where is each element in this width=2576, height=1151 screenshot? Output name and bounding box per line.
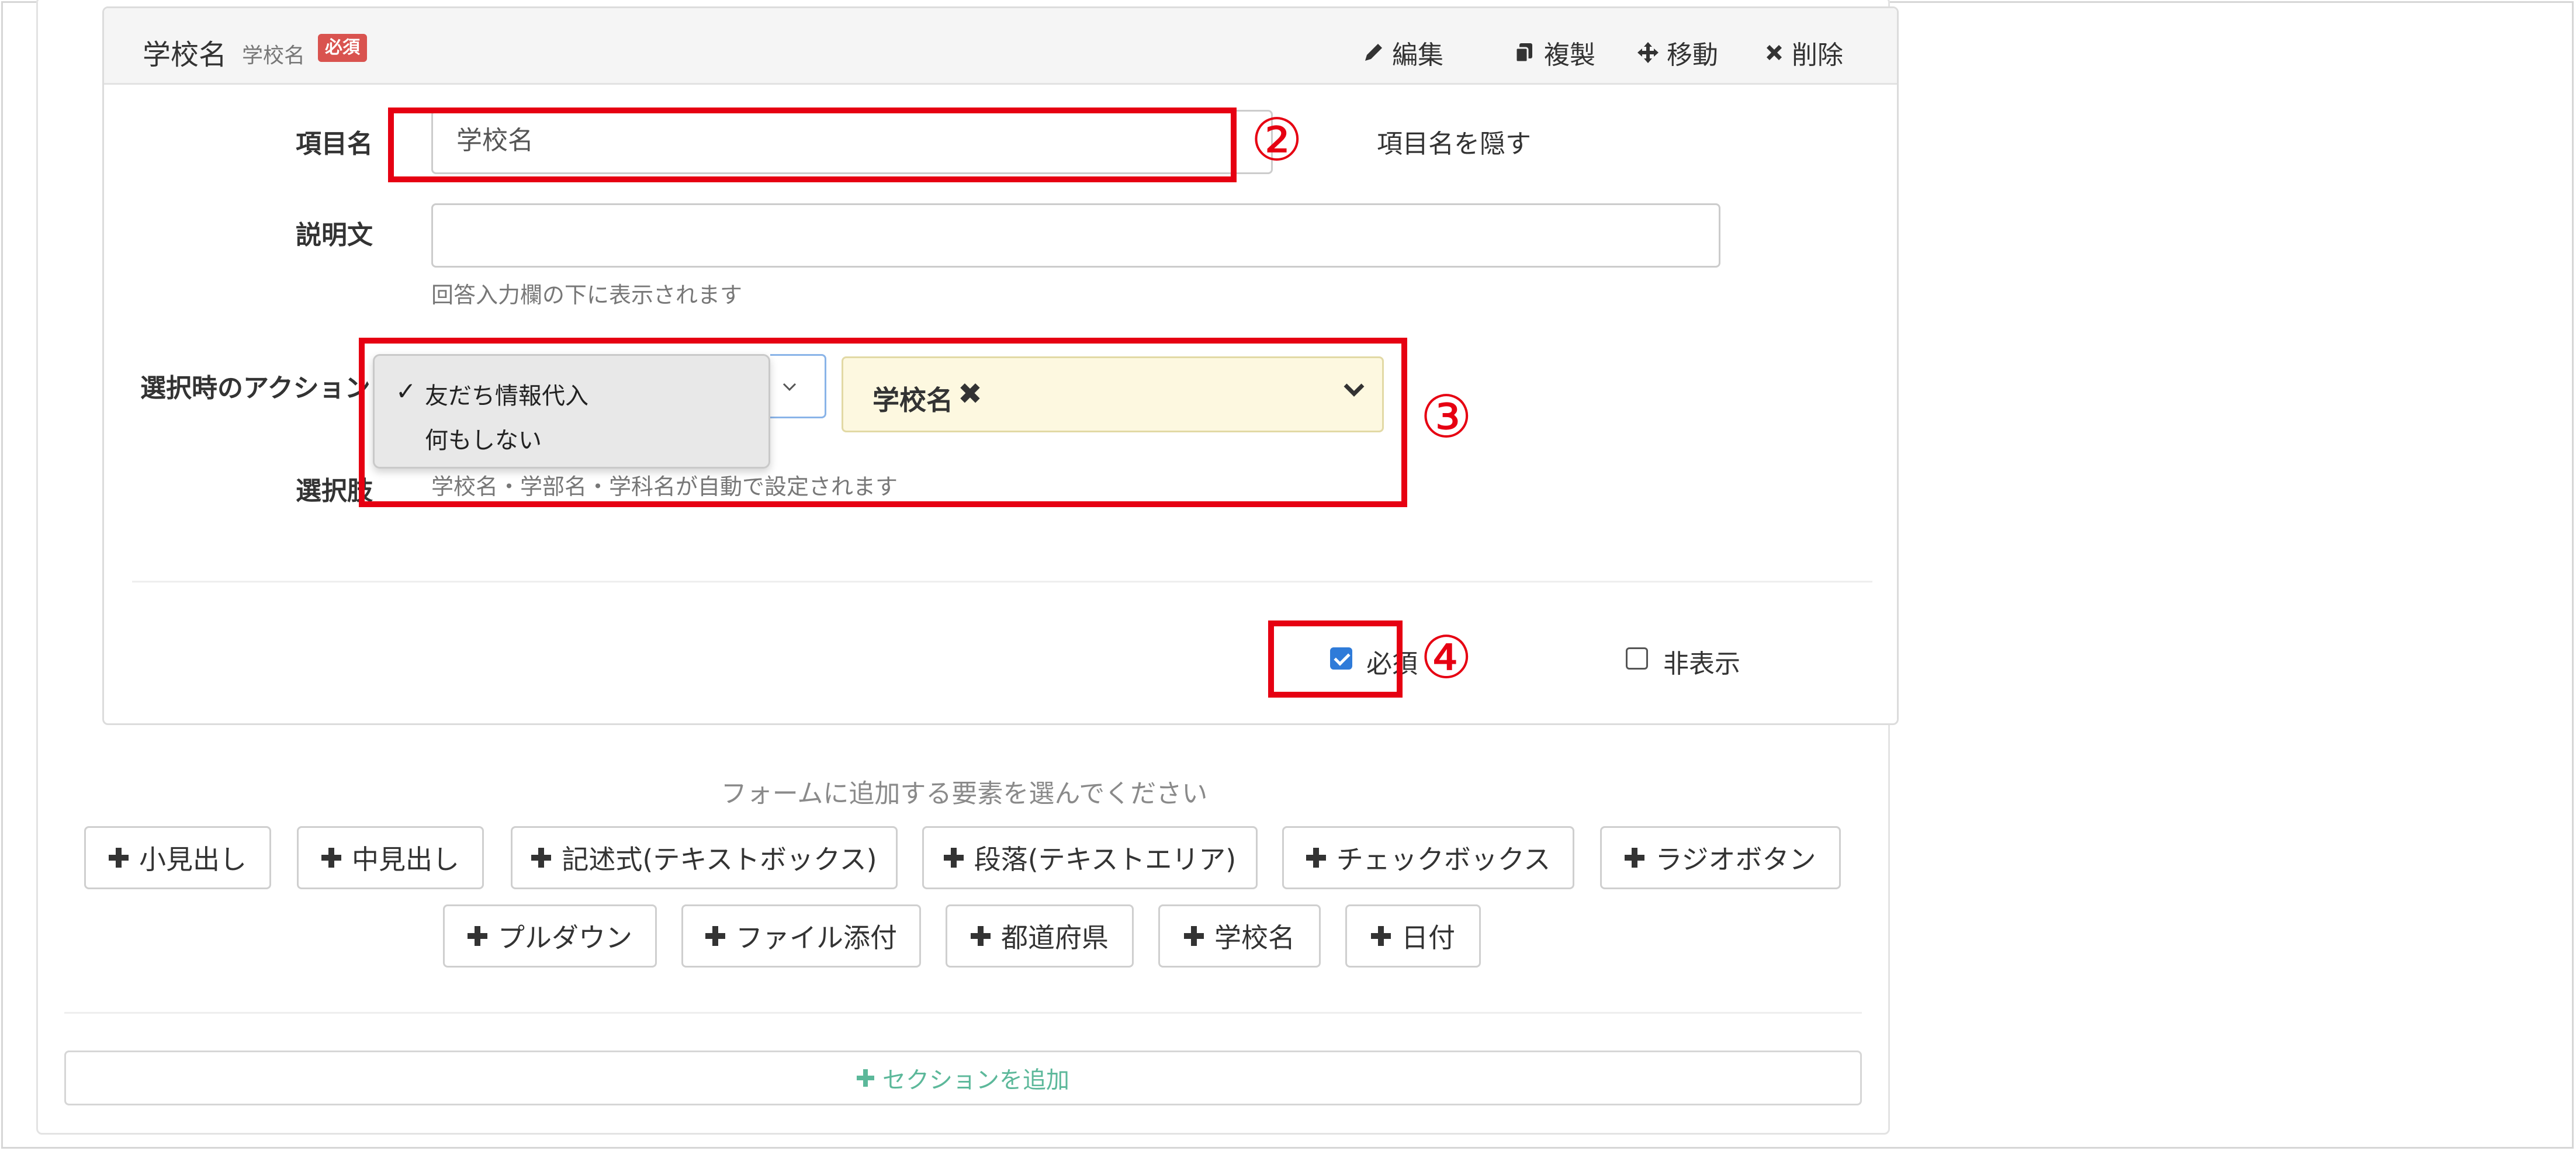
hidden-checkbox-label: 非表示 (1663, 649, 1740, 679)
plus-icon (1371, 926, 1391, 946)
delete-label: 削除 (1792, 40, 1843, 70)
add-checkbox-button[interactable]: チェックボックス (1282, 826, 1574, 889)
move-button[interactable]: 移動 (1636, 34, 1718, 71)
plus-icon (1306, 848, 1326, 868)
item-name-label: 項目名 (296, 129, 373, 159)
add-prefecture-button[interactable]: 都道府県 (946, 904, 1134, 968)
plus-icon (1625, 848, 1645, 868)
button-label: チェックボックス (1336, 844, 1551, 875)
add-date-button[interactable]: 日付 (1345, 904, 1481, 968)
plus-icon (971, 926, 991, 946)
add-medium-heading-button[interactable]: 中見出し (297, 826, 484, 889)
annotation-number-2: ② (1251, 106, 1303, 174)
field-subtitle: 学校名 (242, 44, 306, 68)
button-label: 小見出し (139, 844, 247, 875)
button-label: 日付 (1401, 922, 1455, 954)
annotation-box-3 (359, 338, 1407, 507)
required-badge: 必須 (318, 34, 367, 62)
add-pulldown-button[interactable]: プルダウン (443, 904, 657, 968)
add-file-attachment-button[interactable]: ファイル添付 (681, 904, 921, 968)
annotation-box-4 (1268, 620, 1403, 698)
plus-icon (857, 1069, 874, 1087)
button-label: ファイル添付 (736, 922, 897, 954)
hide-item-name-label[interactable]: 項目名を隠す (1377, 123, 1531, 160)
move-arrows-icon (1637, 42, 1659, 63)
button-label: ラジオボタン (1655, 844, 1816, 875)
button-label: 段落(テキストエリア) (974, 844, 1237, 875)
add-section-label: セクションを追加 (882, 1067, 1069, 1094)
add-radio-button[interactable]: ラジオボタン (1600, 826, 1841, 889)
plus-icon (109, 848, 129, 868)
edit-label: 編集 (1392, 40, 1443, 70)
add-textarea-button[interactable]: 段落(テキストエリア) (922, 826, 1258, 889)
add-textbox-button[interactable]: 記述式(テキストボックス) (511, 826, 898, 889)
plus-icon (705, 926, 725, 946)
panel-divider (132, 581, 1872, 583)
delete-button[interactable]: 削除 (1764, 34, 1843, 71)
field-panel-header: 学校名 学校名 必須 編集 複製 移動 削除 (104, 8, 1897, 85)
description-input[interactable] (431, 203, 1720, 268)
edit-button[interactable]: 編集 (1362, 34, 1443, 71)
plus-icon (1184, 926, 1204, 946)
action-label: 選択時のアクション (140, 373, 371, 403)
add-element-prompt: フォームに追加する要素を選んでください (721, 779, 1208, 809)
hidden-checkbox[interactable] (1626, 647, 1648, 670)
annotation-box-2 (388, 108, 1237, 182)
copy-icon (1515, 43, 1532, 63)
annotation-number-3: ③ (1420, 383, 1473, 451)
plus-icon (321, 848, 341, 868)
duplicate-label: 複製 (1544, 40, 1595, 70)
button-label: 学校名 (1214, 922, 1295, 954)
button-label: 中見出し (352, 844, 459, 875)
add-small-heading-button[interactable]: 小見出し (84, 826, 271, 889)
description-label: 説明文 (296, 220, 373, 250)
section-divider (64, 1012, 1862, 1014)
description-help: 回答入力欄の下に表示されます (431, 282, 743, 308)
move-label: 移動 (1667, 40, 1718, 70)
button-label: 都道府県 (1001, 922, 1109, 954)
button-label: プルダウン (498, 922, 632, 954)
add-section-button[interactable]: セクションを追加 (64, 1051, 1862, 1105)
annotation-number-4: ④ (1420, 623, 1473, 692)
close-icon (1767, 45, 1782, 60)
add-school-name-button[interactable]: 学校名 (1158, 904, 1321, 968)
plus-icon (943, 848, 964, 868)
plus-icon (531, 848, 552, 868)
pencil-icon (1365, 44, 1382, 61)
plus-icon (468, 926, 487, 946)
button-label: 記述式(テキストボックス) (562, 844, 877, 875)
duplicate-button[interactable]: 複製 (1514, 34, 1595, 71)
field-title: 学校名 (143, 39, 227, 71)
